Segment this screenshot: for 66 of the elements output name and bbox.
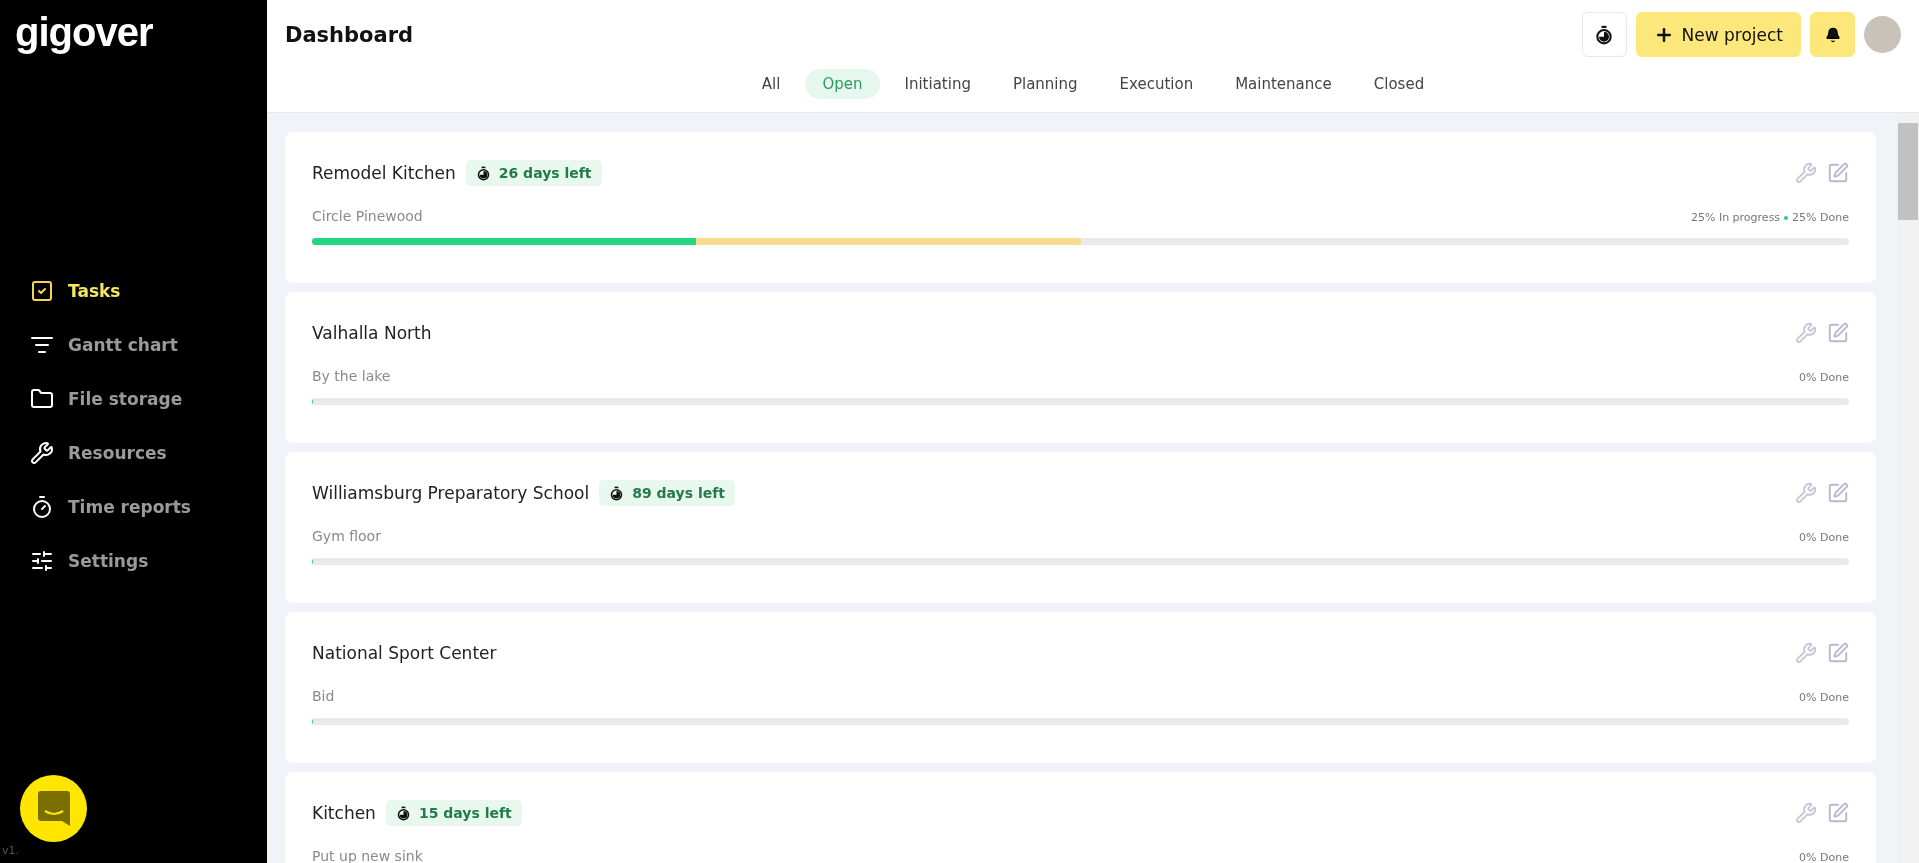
project-subtitle: By the lake — [312, 368, 391, 384]
done-status: 0% Done — [1799, 691, 1849, 704]
days-left-badge: 89 days left — [599, 480, 736, 506]
chat-icon — [37, 791, 70, 826]
settings-icon — [30, 549, 54, 573]
done-status: 0% Done — [1799, 371, 1849, 384]
sidebar-item[interactable]: Tasks — [30, 279, 121, 303]
filter-tab[interactable]: Maintenance — [1218, 69, 1349, 99]
tool-icon[interactable] — [1795, 802, 1817, 824]
project-card[interactable]: National Sport Center Bid 0% Done — [285, 612, 1876, 763]
done-status: 0% Done — [1799, 851, 1849, 863]
tool-icon[interactable] — [1795, 322, 1817, 344]
tool-icon[interactable] — [1795, 482, 1817, 504]
filter-tab[interactable]: Closed — [1356, 69, 1442, 99]
project-name: Remodel Kitchen — [312, 163, 456, 183]
filter-tab[interactable]: Execution — [1102, 69, 1211, 99]
logo: gigover — [14, 9, 154, 56]
project-name: National Sport Center — [312, 643, 497, 663]
progress-status: 25% In progress — [1690, 211, 1781, 224]
stopwatch-icon — [1594, 24, 1614, 45]
page-title: Dashboard — [285, 22, 414, 47]
tool-icon — [30, 441, 54, 465]
stopwatch-icon — [609, 485, 625, 501]
done-status: 25% Done — [1792, 211, 1849, 224]
separator-dot — [1784, 215, 1789, 220]
scrollbar[interactable] — [1897, 113, 1919, 863]
project-subtitle: Bid — [312, 688, 335, 704]
checklist-icon — [30, 279, 54, 303]
new-project-button[interactable]: New project — [1635, 12, 1801, 57]
sidebar-item[interactable]: File storage — [30, 387, 183, 411]
project-subtitle: Circle Pinewood — [312, 208, 423, 224]
sidebar-item[interactable]: Resources — [30, 441, 167, 465]
timer-button[interactable] — [1581, 12, 1627, 57]
edit-icon[interactable] — [1827, 322, 1849, 344]
project-card[interactable]: Valhalla North By the lake 0% Done — [285, 292, 1876, 443]
sidebar-item[interactable]: Gantt chart — [30, 333, 178, 357]
project-card[interactable]: Kitchen 15 days left Put up new sink 0% Done — [285, 772, 1876, 863]
filter-tab[interactable]: Planning — [995, 69, 1095, 99]
sidebar-item[interactable]: Settings — [30, 549, 149, 573]
project-subtitle: Gym floor — [312, 528, 381, 544]
project-name: Valhalla North — [312, 323, 432, 343]
notifications-button[interactable] — [1810, 12, 1855, 57]
sidebar-item[interactable]: Time reports — [30, 495, 191, 519]
edit-icon[interactable] — [1827, 642, 1849, 664]
edit-icon[interactable] — [1827, 162, 1849, 184]
project-name: Williamsburg Preparatory School — [312, 483, 590, 503]
stopwatch-icon — [475, 165, 491, 181]
edit-icon[interactable] — [1827, 802, 1849, 824]
stopwatch-icon — [30, 495, 54, 519]
filter-tab[interactable]: All — [744, 69, 798, 99]
version-label: v1. — [2, 844, 19, 857]
stopwatch-icon — [395, 805, 411, 821]
done-status: 0% Done — [1799, 531, 1849, 544]
tool-icon[interactable] — [1795, 162, 1817, 184]
project-subtitle: Put up new sink — [312, 848, 423, 863]
avatar[interactable] — [1864, 16, 1901, 53]
edit-icon[interactable] — [1827, 482, 1849, 504]
project-name: Kitchen — [312, 803, 376, 823]
filter-tab[interactable]: Initiating — [887, 69, 988, 99]
tool-icon[interactable] — [1795, 642, 1817, 664]
project-card[interactable]: Remodel Kitchen 26 days left Circle Pinewood 25% In progress 25% Done — [285, 132, 1876, 283]
project-card[interactable]: Williamsburg Preparatory School 89 days left Gym floor 0% Done — [285, 452, 1876, 603]
days-left-badge: 15 days left — [385, 800, 522, 826]
days-left-badge: 26 days left — [465, 160, 602, 186]
bell-icon — [1824, 26, 1841, 43]
folder-icon — [30, 387, 54, 411]
